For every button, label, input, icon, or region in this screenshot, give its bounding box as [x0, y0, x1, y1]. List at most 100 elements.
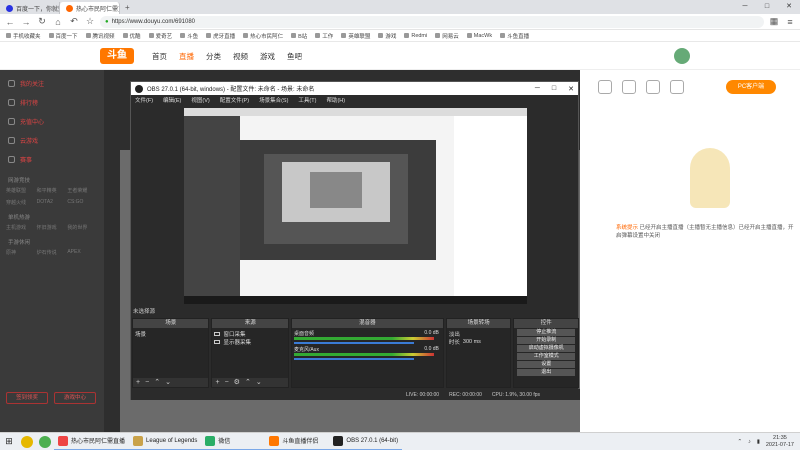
sidebar-item-follow[interactable]: 我的关注 — [0, 74, 104, 93]
browser-tab[interactable]: 百度一下，你就知道 × — [0, 2, 60, 14]
sidebar-item-esports[interactable]: 赛事 — [0, 150, 104, 169]
up-icon[interactable]: ⌃ — [154, 378, 160, 387]
taskbar-app[interactable]: 热心市民阿仁需直播 — [54, 433, 130, 450]
category-item[interactable]: APEX — [67, 249, 98, 256]
category-item[interactable]: 穿越火线 — [6, 199, 37, 206]
bookmark-item[interactable]: 腾讯视频 — [85, 32, 115, 40]
menu-profile[interactable]: 配置文件(P) — [220, 96, 249, 104]
clock[interactable]: 21:35 2021-07-17 — [766, 435, 794, 449]
down-icon[interactable]: ⌄ — [165, 378, 171, 387]
remove-icon[interactable]: − — [145, 378, 149, 387]
taskbar-app[interactable]: OBS 27.0.1 (64-bit) — [329, 433, 403, 450]
sidebar-item-recharge[interactable]: 充值中心 — [0, 112, 104, 131]
close-icon[interactable]: ✕ — [568, 85, 574, 93]
menu-edit[interactable]: 编辑(E) — [163, 96, 181, 104]
home-icon[interactable]: ⌂ — [52, 17, 64, 27]
taskbar-app[interactable]: 微信 — [201, 433, 266, 450]
category-item[interactable]: CS:GO — [67, 199, 98, 206]
new-tab-icon[interactable]: + — [120, 2, 135, 14]
sidebar-item-rank[interactable]: 排行榜 — [0, 93, 104, 112]
add-icon[interactable]: + — [215, 378, 219, 387]
category-item[interactable]: 和平精英 — [37, 187, 68, 194]
avatar[interactable] — [674, 48, 690, 64]
close-window-icon[interactable]: ✕ — [778, 0, 800, 14]
bookmark-item[interactable]: 斗鱼 — [180, 32, 198, 40]
follow-icon[interactable] — [622, 80, 636, 94]
category-item[interactable]: 王者荣耀 — [67, 187, 98, 194]
bookmark-item[interactable]: 斗鱼直播 — [500, 32, 529, 40]
forward-icon[interactable]: → — [20, 17, 32, 27]
bookmark-item[interactable]: 网易云 — [435, 32, 459, 40]
down-icon[interactable]: ⌄ — [256, 378, 262, 387]
source-item[interactable]: 窗口采集 — [214, 330, 285, 338]
bookmark-item[interactable]: 百度一下 — [48, 32, 78, 40]
menu-icon[interactable]: ≡ — [784, 17, 796, 27]
taskbar-app[interactable]: 斗鱼直播伴侣 — [265, 433, 330, 450]
nav-video[interactable]: 视频 — [233, 51, 248, 62]
sidebar-item-cloud[interactable]: 云游戏 — [0, 131, 104, 150]
menu-view[interactable]: 视图(V) — [191, 96, 209, 104]
address-bar[interactable]: ● https://www.douyu.com/691080 — [100, 15, 764, 28]
bookmark-item[interactable]: 手机收藏夹 — [6, 32, 41, 40]
bookmark-item[interactable]: MacWk — [466, 33, 492, 39]
bookmark-item[interactable]: 虎牙直播 — [206, 32, 235, 40]
menu-help[interactable]: 帮助(H) — [326, 96, 345, 104]
remove-icon[interactable]: − — [225, 378, 229, 387]
transition-type[interactable]: 淡出 — [449, 330, 509, 338]
pc-client-button[interactable]: PC客户端 — [726, 80, 776, 94]
exit-button[interactable]: 退出 — [517, 369, 575, 376]
bookmark-item[interactable]: 热心市民阿仁 — [243, 32, 283, 40]
category-item[interactable]: DOTA2 — [37, 199, 68, 206]
add-icon[interactable]: + — [136, 378, 140, 387]
back-icon[interactable]: ← — [4, 17, 16, 27]
category-item[interactable]: 怀旧游戏 — [37, 224, 68, 231]
source-item[interactable]: 显示器采集 — [214, 338, 285, 346]
settings-button[interactable]: 设置 — [517, 361, 575, 368]
studio-mode-button[interactable]: 工作室模式 — [517, 353, 575, 360]
category-item[interactable]: 英雄联盟 — [6, 187, 37, 194]
nav-category[interactable]: 分类 — [206, 51, 221, 62]
taskbar-app[interactable]: League of Legends — [129, 433, 202, 450]
bookmark-item[interactable]: 游戏 — [378, 32, 396, 40]
nav-home[interactable]: 首页 — [152, 51, 167, 62]
bookmark-item[interactable]: 优酷 — [122, 32, 141, 40]
category-item[interactable]: 主机游戏 — [6, 224, 37, 231]
menu-scene-collection[interactable]: 场景集合(S) — [259, 96, 288, 104]
network-icon[interactable]: ▮ — [757, 439, 760, 445]
category-item[interactable]: 原神 — [6, 249, 37, 256]
bookmark-item[interactable]: 英雄联盟 — [341, 32, 370, 40]
volume-slider[interactable] — [293, 358, 414, 360]
windows-start-icon[interactable]: ⊞ — [0, 436, 18, 447]
transition-duration[interactable]: 时长 300 ms — [449, 338, 509, 346]
history-icon[interactable] — [598, 80, 612, 94]
volume-icon[interactable]: ♪ — [748, 439, 751, 445]
tray-icon[interactable]: ⌃ — [737, 439, 742, 445]
bookmark-item[interactable]: B站 — [291, 32, 307, 40]
volume-slider[interactable] — [293, 342, 414, 344]
star-icon[interactable]: ☆ — [84, 16, 96, 27]
up-icon[interactable]: ⌃ — [245, 378, 251, 387]
stop-stream-button[interactable]: 停止推流 — [517, 329, 575, 336]
nav-live[interactable]: 直播 — [179, 51, 194, 62]
menu-tools[interactable]: 工具(T) — [298, 96, 316, 104]
obs-preview[interactable] — [184, 108, 527, 304]
grid-icon[interactable]: ▦ — [768, 16, 780, 27]
virtual-camera-button[interactable]: 启动虚拟摄像机 — [517, 345, 575, 352]
browser-tab-active[interactable]: 热心市民阿仁需直播_英雄联盟直播 × — [60, 2, 120, 14]
category-item[interactable]: 我的世界 — [67, 224, 98, 231]
live-icon[interactable] — [670, 80, 684, 94]
undo-icon[interactable]: ↶ — [68, 16, 80, 27]
douyu-logo[interactable]: 斗鱼 — [100, 48, 134, 64]
category-item[interactable]: 炉石传说 — [37, 249, 68, 256]
scene-item[interactable]: 场景 — [135, 330, 206, 338]
message-icon[interactable] — [646, 80, 660, 94]
bookmark-item[interactable]: Redmi — [404, 33, 427, 39]
bookmark-item[interactable]: 爱奇艺 — [148, 32, 172, 40]
start-record-button[interactable]: 开始录制 — [517, 337, 575, 344]
game-center-button[interactable]: 游戏中心 — [54, 392, 96, 404]
nav-yuba[interactable]: 鱼吧 — [287, 51, 302, 62]
menu-file[interactable]: 文件(F) — [135, 96, 153, 104]
minimize-icon[interactable]: ─ — [535, 85, 540, 93]
minimize-icon[interactable]: ─ — [734, 0, 756, 14]
maximize-icon[interactable]: □ — [552, 85, 556, 93]
